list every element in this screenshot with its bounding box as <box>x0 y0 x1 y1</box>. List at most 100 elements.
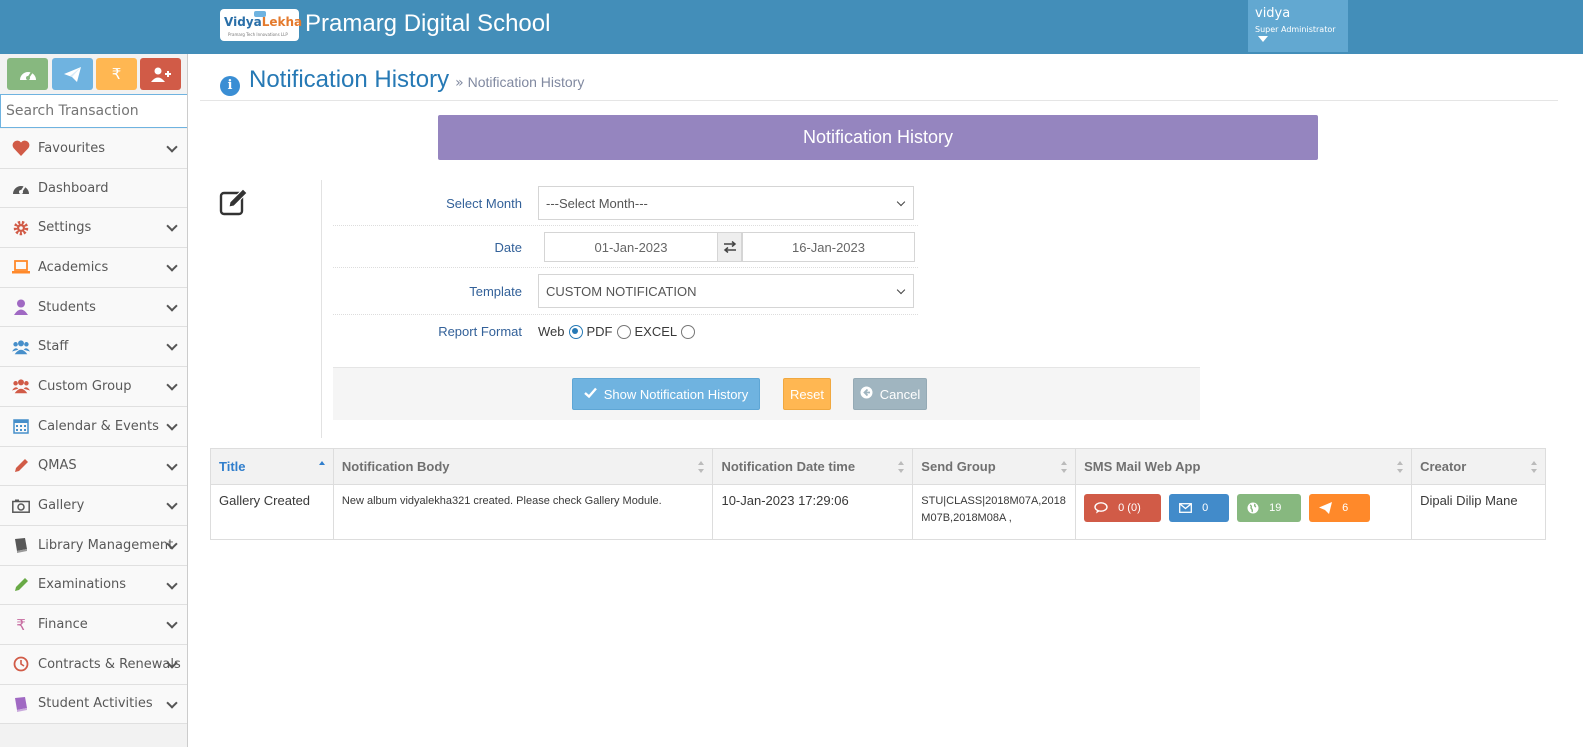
user-name: vidya <box>1255 6 1291 21</box>
cell-send-group: STU|CLASS|2018M07A,2018M07B,2018M08A , <box>912 484 1077 540</box>
search-transaction-input[interactable] <box>0 94 187 128</box>
sidebar-item-staff[interactable]: Staff <box>0 327 187 368</box>
template-select[interactable]: CUSTOM NOTIFICATION <box>538 274 914 308</box>
web-count-badge[interactable]: 19 <box>1237 494 1302 522</box>
sort-icon <box>898 461 905 473</box>
sidebar-item-favourites[interactable]: Favourites <box>0 129 187 169</box>
sidebar-item-label: Students <box>38 299 96 315</box>
comment-icon <box>1094 502 1108 514</box>
sidebar-item-settings[interactable]: Settings <box>0 208 187 249</box>
clock-icon <box>12 655 30 673</box>
sort-icon <box>1531 461 1538 473</box>
sort-icon <box>698 461 705 473</box>
month-select[interactable]: ---Select Month--- <box>538 186 914 220</box>
sidebar-item-label: Library Management <box>38 537 174 553</box>
format-excel-radio[interactable] <box>681 324 696 339</box>
cell-body: New album vidyalekha321 created. Please … <box>332 484 714 540</box>
sidebar-item-label: Staff <box>38 339 69 355</box>
sidebar-item-library-management[interactable]: Library Management <box>0 525 187 566</box>
sidebar: ₹ Favourites Dashboard Settings Academic… <box>0 54 188 747</box>
cell-creator: Dipali Dilip Mane <box>1411 484 1546 540</box>
format-web-radio[interactable] <box>568 324 583 339</box>
sidebar-item-label: Student Activities <box>38 696 153 712</box>
column-header-datetime[interactable]: Notification Date time <box>712 448 914 485</box>
notification-history-table: Title Notification Body Notification Dat… <box>210 448 1546 540</box>
sidebar-item-contracts-renewals[interactable]: Contracts & Renewals <box>0 644 187 685</box>
app-count-badge[interactable]: 6 <box>1309 494 1371 522</box>
reset-button[interactable]: Reset <box>783 378 831 410</box>
calendar-icon <box>12 417 30 435</box>
form-actions: Show Notification History Reset Cancel <box>333 367 1200 420</box>
envelope-icon <box>1179 503 1193 513</box>
info-circle-icon: i <box>220 75 240 96</box>
logo-subtext: Pramarg Tech Innovations LLP <box>228 32 288 37</box>
template-label: Template <box>469 284 522 299</box>
book-icon <box>12 695 30 713</box>
sidebar-item-qmas[interactable]: QMAS <box>0 446 187 487</box>
sidebar-item-label: Settings <box>38 220 92 236</box>
brand-logo[interactable]: VidyaLekha Pramarg Tech Innovations LLP <box>220 9 303 41</box>
header-divider <box>200 100 1558 101</box>
sidebar-item-dashboard[interactable]: Dashboard <box>0 168 187 209</box>
template-select-value: CUSTOM NOTIFICATION <box>546 284 697 299</box>
finance-shortcut-button[interactable]: ₹ <box>96 58 137 90</box>
format-pdf-radio[interactable] <box>616 324 631 339</box>
top-navbar: VidyaLekha Pramarg Tech Innovations LLP … <box>0 0 1583 54</box>
globe-icon <box>1247 502 1259 514</box>
arrow-circle-left-icon <box>860 386 873 402</box>
sidebar-item-students[interactable]: Students <box>0 287 187 328</box>
column-header-creator[interactable]: Creator <box>1411 448 1546 485</box>
sidebar-item-calendar-events[interactable]: Calendar & Events <box>0 406 187 447</box>
user-menu[interactable]: vidya Super Administrator <box>1248 0 1348 52</box>
notification-shortcut-button[interactable] <box>52 58 93 90</box>
sms-count-badge[interactable]: 0 (0) <box>1084 494 1162 522</box>
sidebar-item-label: Finance <box>38 617 88 633</box>
sidebar-item-academics[interactable]: Academics <box>0 248 187 288</box>
tachometer-icon <box>19 71 36 80</box>
sidebar-item-custom-group[interactable]: Custom Group <box>0 367 187 407</box>
cell-datetime: 10-Jan-2023 17:29:06 <box>712 484 914 540</box>
laptop-icon <box>12 258 30 276</box>
page-header: i Notification History » Notification Hi… <box>220 66 584 96</box>
sidebar-item-label: Dashboard <box>38 180 109 196</box>
sidebar-item-label: Examinations <box>38 577 127 593</box>
sidebar-menu: Favourites Dashboard Settings Academics … <box>0 129 187 725</box>
sidebar-item-label: Calendar & Events <box>38 418 159 434</box>
add-user-shortcut-button[interactable] <box>140 58 181 90</box>
rupee-icon: ₹ <box>111 65 122 83</box>
chevron-down-icon <box>896 285 906 295</box>
dashboard-shortcut-button[interactable] <box>7 58 48 90</box>
paper-plane-icon <box>64 66 81 82</box>
format-pdf-label: PDF <box>586 324 613 339</box>
sidebar-item-student-activities[interactable]: Student Activities <box>0 684 187 725</box>
logo-text: VidyaLekha <box>224 15 303 29</box>
cancel-button-label: Cancel <box>879 386 921 402</box>
column-header-body[interactable]: Notification Body <box>332 448 714 485</box>
month-row: Select Month ---Select Month--- <box>333 181 918 226</box>
gear-icon <box>12 219 30 237</box>
rupee-icon: ₹ <box>16 615 26 634</box>
sidebar-item-finance[interactable]: ₹ Finance <box>0 605 187 645</box>
sidebar-item-examinations[interactable]: Examinations <box>0 565 187 606</box>
user-icon <box>12 298 30 316</box>
date-from-input[interactable]: 01-Jan-2023 <box>544 232 718 262</box>
sidebar-item-gallery[interactable]: Gallery <box>0 486 187 526</box>
cancel-button[interactable]: Cancel <box>853 378 927 410</box>
page-title: Notification History <box>249 66 450 93</box>
sidebar-item-label: Favourites <box>38 140 105 156</box>
report-format-radios: Web PDF EXCEL <box>538 324 699 339</box>
format-excel-label: EXCEL <box>634 324 678 339</box>
tachometer-icon <box>12 179 30 197</box>
format-row: Report Format Web PDF EXCEL <box>333 315 918 351</box>
column-header-send-group[interactable]: Send Group <box>912 448 1077 485</box>
show-notification-history-button[interactable]: Show Notification History <box>572 378 760 410</box>
date-label: Date <box>494 240 522 255</box>
sidebar-item-label: Custom Group <box>38 378 132 394</box>
column-header-title[interactable]: Title <box>210 448 334 485</box>
pencil-icon <box>12 457 30 475</box>
sort-asc-icon <box>318 461 326 473</box>
report-format-label: Report Format <box>438 324 522 339</box>
date-to-input[interactable]: 16-Jan-2023 <box>742 232 915 262</box>
column-header-channels[interactable]: SMS Mail Web App <box>1075 448 1413 485</box>
mail-count-badge[interactable]: 0 <box>1169 494 1230 522</box>
